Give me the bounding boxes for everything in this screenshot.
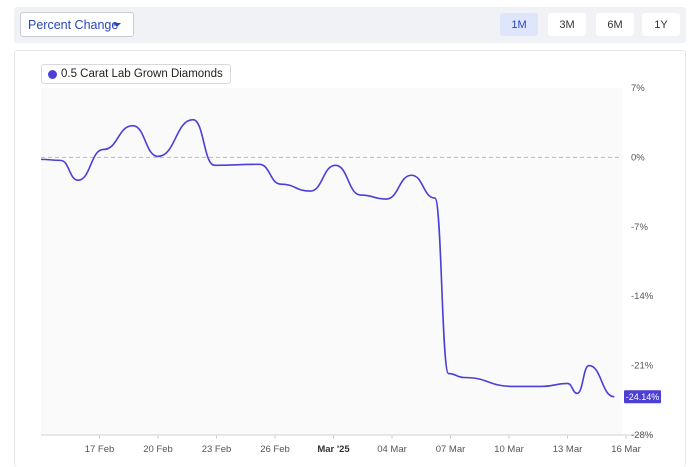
legend[interactable]: 0.5 Carat Lab Grown Diamonds — [41, 64, 231, 84]
plot-area — [41, 88, 622, 435]
x-tick-label: 16 Mar — [611, 444, 641, 455]
caret-down-icon — [113, 23, 121, 27]
x-tick-label: 13 Mar — [553, 444, 583, 455]
range-label: 3M — [559, 18, 575, 31]
y-tick-label: -28% — [631, 430, 654, 441]
toolbar: Percent Change 1M 3M 6M 1Y — [14, 7, 686, 43]
y-tick-label: 0% — [631, 152, 645, 163]
y-tick-label: 7% — [631, 83, 645, 94]
y-tick-label: -14% — [631, 291, 654, 302]
y-tick-label: -7% — [631, 222, 648, 233]
metric-dropdown[interactable]: Percent Change — [20, 12, 134, 37]
y-tick-label: -21% — [631, 361, 654, 372]
range-button-3m[interactable]: 3M — [548, 13, 586, 36]
line-chart[interactable]: 7% 0% -7% -14% -21% -28% 17 Feb 20 Feb 23 Feb 26 … — [15, 51, 687, 467]
metric-dropdown-label: Percent Change — [28, 17, 119, 32]
range-label: 6M — [607, 18, 623, 31]
x-tick-label: 20 Feb — [143, 444, 173, 455]
range-label: 1M — [511, 18, 527, 31]
range-label: 1Y — [654, 18, 668, 31]
x-tick-label: 26 Feb — [260, 444, 290, 455]
x-tick-label: 07 Mar — [436, 444, 466, 455]
legend-label: 0.5 Carat Lab Grown Diamonds — [61, 68, 223, 80]
x-tick-label: 17 Feb — [85, 444, 115, 455]
last-value-label: -24.14% — [626, 392, 660, 402]
x-tick-label: Mar '25 — [317, 444, 350, 455]
x-tick-label: 04 Mar — [377, 444, 407, 455]
legend-dot-icon — [48, 69, 57, 79]
chart-card: 7% 0% -7% -14% -21% -28% 17 Feb 20 Feb 23 Feb 26 … — [14, 50, 686, 467]
x-tick-label: 23 Feb — [202, 444, 232, 455]
x-tick-label: 10 Mar — [494, 444, 524, 455]
range-button-1m[interactable]: 1M — [500, 13, 538, 36]
range-button-1y[interactable]: 1Y — [642, 13, 680, 36]
range-button-6m[interactable]: 6M — [596, 13, 634, 36]
